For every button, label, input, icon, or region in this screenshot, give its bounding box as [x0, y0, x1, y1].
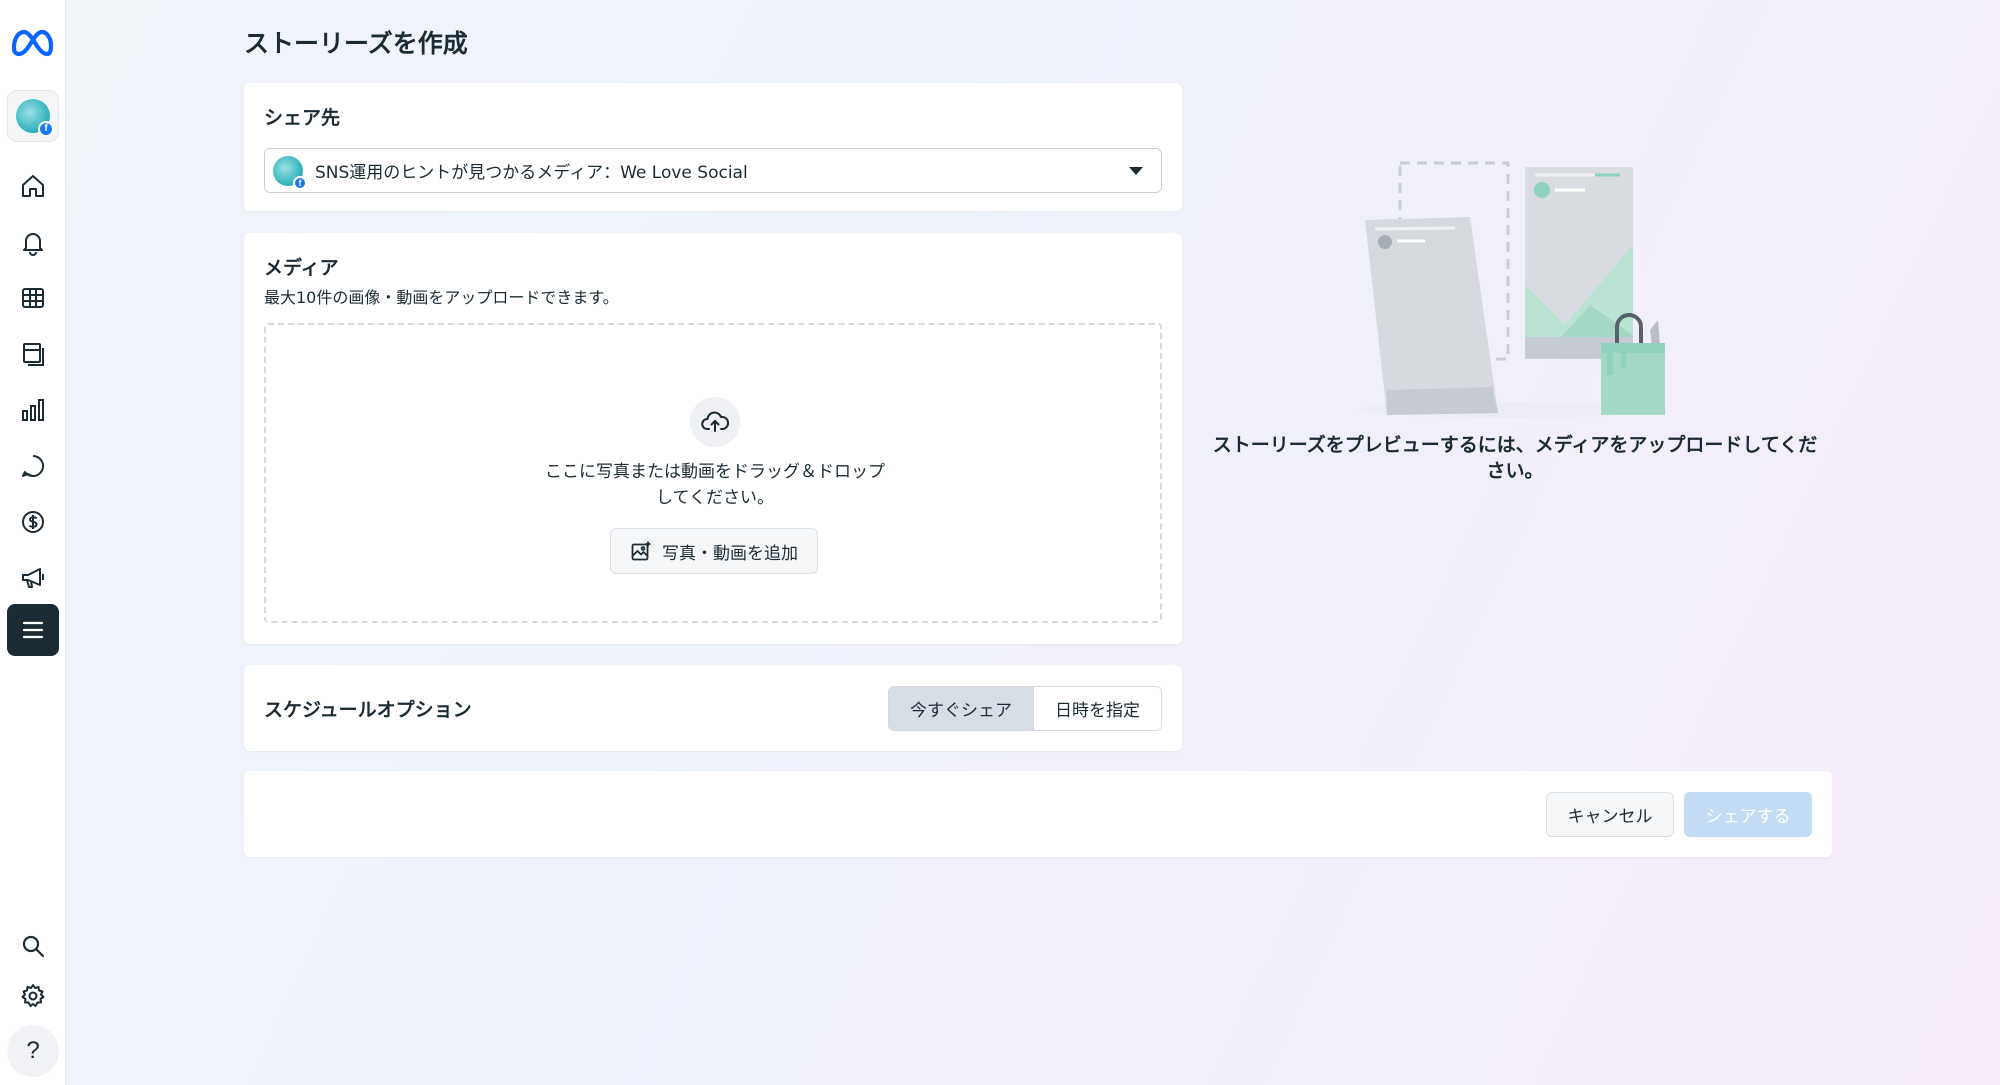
- avatar: f: [16, 99, 54, 137]
- upload-cloud-icon: [690, 397, 740, 447]
- share-to-card: シェア先 f SNS運用のヒントが見つかるメディア：We Love Social: [244, 83, 1182, 211]
- caret-down-icon: [1129, 167, 1143, 175]
- preview-message: ストーリーズをプレビューするには、メディアをアップロードしてください。: [1212, 434, 1818, 482]
- home-icon[interactable]: [7, 160, 59, 212]
- page-avatar[interactable]: f: [7, 90, 59, 142]
- table-icon[interactable]: [7, 272, 59, 324]
- dropzone-text-line1: ここに写真または動画をドラッグ＆ドロップ: [545, 462, 885, 482]
- page-title: ストーリーズを作成: [244, 29, 468, 58]
- stories-preview-illustration-icon: [1355, 161, 1665, 418]
- megaphone-icon[interactable]: [7, 552, 59, 604]
- media-title: メディア: [264, 257, 339, 279]
- help-button[interactable]: ?: [7, 1025, 59, 1077]
- share-now-option[interactable]: 今すぐシェア: [889, 687, 1033, 730]
- schedule-title: スケジュールオプション: [264, 699, 472, 721]
- share-button[interactable]: シェアする: [1684, 792, 1812, 837]
- facebook-badge-icon: f: [293, 175, 307, 190]
- gear-icon[interactable]: [7, 970, 59, 1022]
- schedule-card: スケジュールオプション 今すぐシェア 日時を指定: [244, 665, 1182, 751]
- dropzone-text: ここに写真または動画をドラッグ＆ドロップ してください。: [515, 459, 915, 511]
- add-media-label: 写真・動画を追加: [662, 543, 798, 564]
- sidebar: f ?: [0, 0, 66, 1085]
- help-icon: ?: [26, 1037, 40, 1064]
- account-avatar: f: [273, 155, 307, 190]
- add-media-button[interactable]: 写真・動画を追加: [610, 528, 818, 574]
- schedule-toggle: 今すぐシェア 日時を指定: [888, 686, 1162, 731]
- search-icon[interactable]: [7, 920, 59, 972]
- dropzone-text-line2: してください。: [656, 488, 774, 508]
- media-dropzone[interactable]: ここに写真または動画をドラッグ＆ドロップ してください。 写真・動画を追加: [264, 323, 1162, 623]
- media-subtitle: 最大10件の画像・動画をアップロードできます。: [264, 288, 619, 307]
- schedule-datetime-option[interactable]: 日時を指定: [1033, 687, 1161, 730]
- dollar-icon[interactable]: [7, 496, 59, 548]
- share-to-title: シェア先: [264, 107, 341, 129]
- facebook-badge-icon: f: [38, 121, 54, 137]
- chat-icon[interactable]: [7, 440, 59, 492]
- content-icon[interactable]: [7, 328, 59, 380]
- menu-icon[interactable]: [7, 604, 59, 656]
- account-select[interactable]: f SNS運用のヒントが見つかるメディア：We Love Social: [264, 148, 1162, 193]
- footer-bar: キャンセル シェアする: [244, 771, 1832, 857]
- account-select-value: SNS運用のヒントが見つかるメディア：We Love Social: [315, 163, 748, 183]
- meta-logo-icon[interactable]: [9, 26, 55, 58]
- image-add-icon: [631, 541, 651, 561]
- bell-icon[interactable]: [7, 216, 59, 268]
- cancel-button[interactable]: キャンセル: [1546, 792, 1674, 837]
- media-card: メディア 最大10件の画像・動画をアップロードできます。 ここに写真または動画を…: [244, 233, 1182, 644]
- insights-icon[interactable]: [7, 384, 59, 436]
